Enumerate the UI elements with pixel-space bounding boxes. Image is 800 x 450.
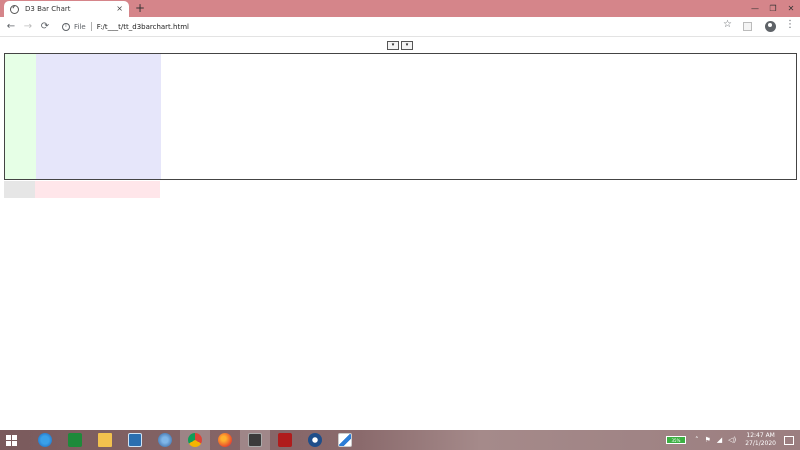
url-scheme: File (74, 22, 86, 31)
separator (90, 22, 92, 31)
flag-icon[interactable]: ⚑ (704, 436, 710, 444)
close-button[interactable]: ✕ (782, 0, 800, 17)
bookmark-star-icon[interactable]: ☆ (723, 20, 732, 30)
internet-explorer-icon (38, 433, 52, 447)
remote-desktop-icon (128, 433, 142, 447)
url-text[interactable]: F:/t___t/tt_d3barchart.html (97, 23, 189, 31)
sublime-text-icon (248, 433, 262, 447)
clock[interactable]: 12:47 AM 27/1/2020 (745, 432, 776, 448)
settings-icon (308, 433, 322, 447)
taskbar-app-firefox[interactable] (210, 430, 240, 450)
clock-time: 12:47 AM (746, 432, 775, 439)
globe-icon (10, 4, 19, 14)
taskbar: 35% ˄ ⚑ ◢ ◁) 12:47 AM 27/1/2020 (0, 430, 800, 450)
dropdown-select-1[interactable]: ▾ (387, 41, 399, 50)
pen-icon (338, 433, 352, 447)
new-tab-button[interactable]: + (135, 1, 145, 15)
globe-icon (158, 433, 172, 447)
forward-button[interactable]: → (21, 20, 35, 34)
filezilla-icon (278, 433, 292, 447)
browser-toolbar: ← → ⟳ i File F:/t___t/tt_d3barchart.html… (0, 17, 800, 37)
battery-icon[interactable]: 35% (665, 436, 686, 444)
extension-icon[interactable] (743, 22, 752, 31)
taskbar-app-pen[interactable] (330, 430, 360, 450)
screen: D3 Bar Chart × + — ❐ ✕ ← → ⟳ i File F:/t… (0, 0, 800, 450)
browser-tab[interactable]: D3 Bar Chart × (4, 1, 129, 17)
notification-icon[interactable] (784, 435, 794, 445)
x-axis-area (35, 181, 160, 198)
system-tray: 35% ˄ ⚑ ◢ ◁) 12:47 AM 27/1/2020 (665, 430, 800, 450)
taskbar-app-explorer[interactable] (90, 430, 120, 450)
dropdown-select-2[interactable]: ▾ (401, 41, 413, 50)
chevron-up-icon[interactable]: ˄ (695, 436, 699, 444)
taskbar-app-sublime[interactable] (240, 430, 270, 450)
chrome-icon (188, 433, 202, 447)
taskbar-app-settings[interactable] (300, 430, 330, 450)
start-button[interactable] (0, 430, 22, 450)
tab-close-icon[interactable]: × (116, 5, 123, 13)
profile-avatar-icon[interactable] (765, 21, 776, 32)
address-bar[interactable]: i File F:/t___t/tt_d3barchart.html (56, 19, 740, 34)
taskbar-apps (30, 430, 360, 450)
menu-icon[interactable]: ⋮ (785, 20, 795, 30)
tab-title: D3 Bar Chart (25, 5, 71, 13)
info-icon[interactable]: i (62, 22, 70, 31)
taskbar-app-remote[interactable] (120, 430, 150, 450)
clock-date: 27/1/2020 (745, 440, 776, 447)
title-bar: D3 Bar Chart × + — ❐ ✕ (0, 0, 800, 17)
firefox-icon (218, 433, 232, 447)
taskbar-app-globe[interactable] (150, 430, 180, 450)
window-controls: — ❐ ✕ (746, 0, 800, 17)
wifi-icon[interactable]: ◢ (717, 436, 722, 444)
windows-logo-icon (5, 434, 17, 446)
chart-frame (4, 53, 797, 180)
maximize-button[interactable]: ❐ (764, 0, 782, 17)
y-axis-area (5, 54, 36, 179)
axis-corner-area (4, 181, 35, 198)
taskbar-app-chrome[interactable] (180, 430, 210, 450)
volume-icon[interactable]: ◁) (728, 436, 736, 444)
page-content: ▾ ▾ (0, 37, 800, 430)
back-button[interactable]: ← (4, 20, 18, 34)
taskbar-app-store[interactable] (60, 430, 90, 450)
plot-area (36, 54, 161, 179)
chart-controls: ▾ ▾ (387, 41, 413, 50)
reload-button[interactable]: ⟳ (38, 20, 52, 34)
store-icon (68, 433, 82, 447)
file-explorer-icon (98, 433, 112, 447)
taskbar-app-filezilla[interactable] (270, 430, 300, 450)
taskbar-app-ie[interactable] (30, 430, 60, 450)
minimize-button[interactable]: — (746, 0, 764, 17)
